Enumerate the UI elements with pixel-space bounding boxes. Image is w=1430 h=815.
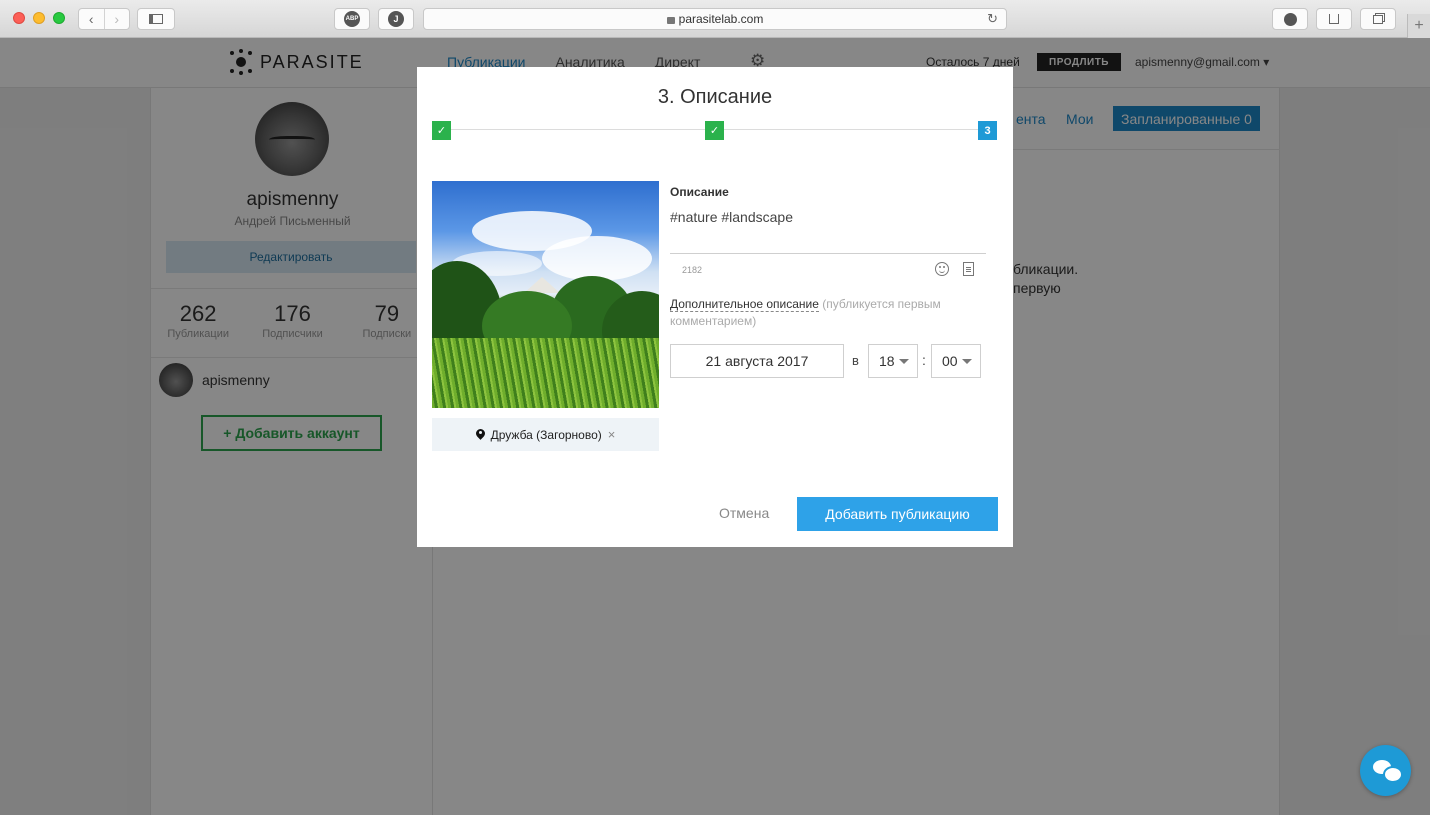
add-publication-button[interactable]: Добавить публикацию bbox=[797, 497, 998, 531]
downloads-button[interactable] bbox=[1272, 8, 1308, 30]
step-3-current: 3 bbox=[978, 121, 997, 140]
minute-value: 00 bbox=[942, 353, 958, 369]
date-picker[interactable]: 21 августа 2017 bbox=[670, 344, 844, 378]
extra-description: Дополнительное описание (публикуется пер… bbox=[670, 296, 990, 330]
minute-select[interactable]: 00 bbox=[931, 344, 981, 378]
post-photo bbox=[432, 181, 659, 408]
description-input[interactable]: #nature #landscape bbox=[670, 209, 986, 254]
add-publication-modal: 3. Описание ✓ ✓ 3 Дружба (Загорново) × О… bbox=[417, 67, 1013, 547]
template-icon[interactable] bbox=[963, 262, 974, 276]
back-button[interactable]: ‹ bbox=[79, 9, 104, 29]
minimize-window-button[interactable] bbox=[33, 12, 45, 24]
cancel-button[interactable]: Отмена bbox=[719, 505, 769, 521]
hour-select[interactable]: 18 bbox=[868, 344, 918, 378]
url-text: parasitelab.com bbox=[678, 12, 764, 26]
sidebar-icon bbox=[149, 14, 163, 24]
map-pin-icon bbox=[476, 429, 485, 440]
new-tab-button[interactable]: + bbox=[1407, 14, 1430, 38]
reload-icon[interactable]: ↻ bbox=[987, 11, 998, 27]
char-counter: 2182 bbox=[682, 265, 703, 275]
address-bar[interactable]: parasitelab.com ↻ bbox=[423, 8, 1007, 30]
emoji-icon[interactable] bbox=[935, 262, 949, 276]
step-connector bbox=[724, 129, 978, 130]
location-label: Дружба (Загорново) bbox=[490, 427, 602, 442]
step-1-done[interactable]: ✓ bbox=[432, 121, 451, 140]
extra-description-link[interactable]: Дополнительное описание bbox=[670, 297, 819, 312]
forward-button[interactable]: › bbox=[103, 9, 130, 29]
chat-support-button[interactable] bbox=[1360, 745, 1411, 796]
close-window-button[interactable] bbox=[13, 12, 25, 24]
browser-toolbar: ‹ › ABP J parasitelab.com ↻ + bbox=[0, 0, 1430, 38]
share-button[interactable] bbox=[1316, 8, 1352, 30]
share-icon bbox=[1329, 14, 1339, 24]
location-tag[interactable]: Дружба (Загорново) × bbox=[432, 418, 659, 451]
tabs-icon bbox=[1373, 14, 1383, 24]
chevron-down-icon bbox=[961, 358, 972, 364]
hour-value: 18 bbox=[879, 353, 895, 369]
download-icon bbox=[1283, 12, 1297, 26]
time-separator: : bbox=[922, 352, 926, 368]
tabs-overview-button[interactable] bbox=[1360, 8, 1396, 30]
remove-location-icon[interactable]: × bbox=[608, 427, 616, 442]
sidebar-toggle-button[interactable] bbox=[137, 8, 175, 30]
modal-title: 3. Описание bbox=[657, 86, 773, 108]
history-nav: ‹ › bbox=[78, 8, 130, 30]
at-label: в bbox=[852, 353, 859, 368]
step-connector bbox=[451, 129, 705, 130]
zoom-window-button[interactable] bbox=[53, 12, 65, 24]
adblock-extension-button[interactable]: ABP bbox=[334, 8, 370, 30]
lock-icon bbox=[666, 16, 675, 24]
extension-button[interactable]: J bbox=[378, 8, 414, 30]
adblock-icon: ABP bbox=[344, 11, 360, 27]
extension-icon: J bbox=[388, 11, 404, 27]
step-2-done[interactable]: ✓ bbox=[705, 121, 724, 140]
description-label: Описание bbox=[670, 185, 729, 199]
chevron-down-icon bbox=[898, 358, 909, 364]
